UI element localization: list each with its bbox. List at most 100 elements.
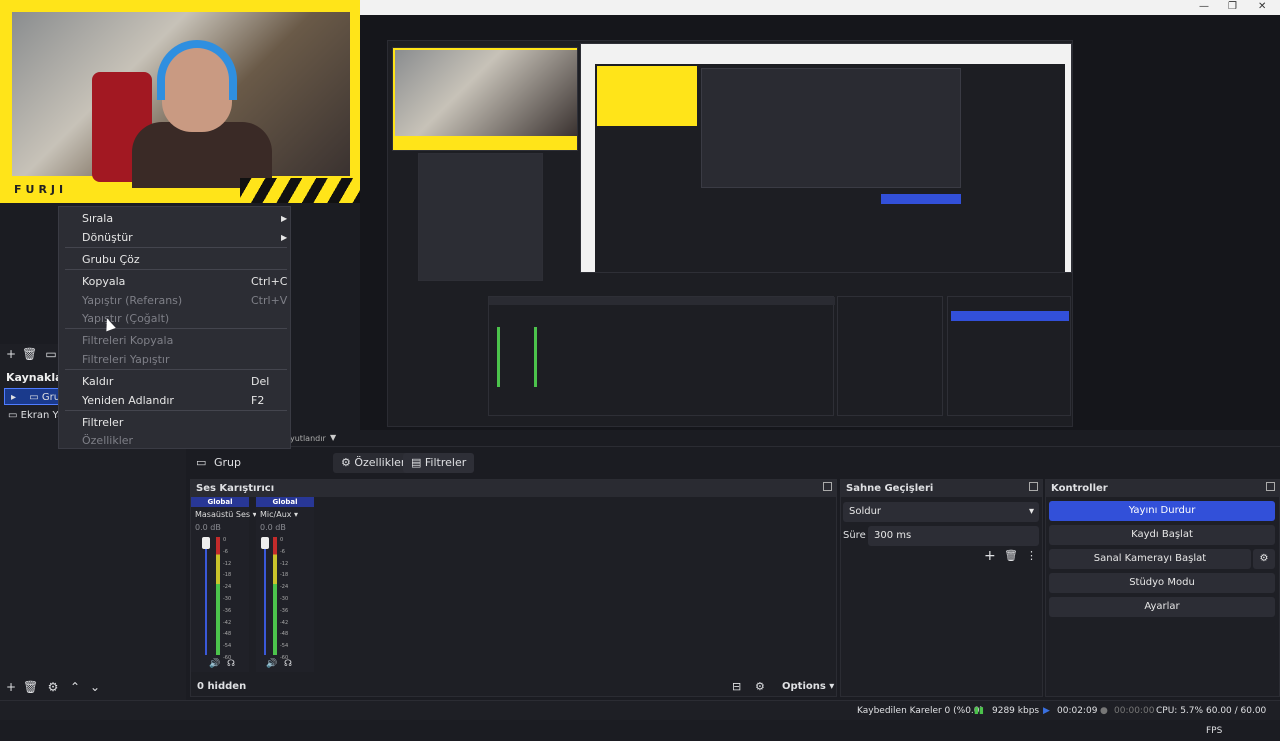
- menu-item-label: Filtreleri Kopyala: [82, 334, 174, 347]
- move-up-icon[interactable]: ⌃: [68, 680, 82, 694]
- meter-tick: -30: [280, 595, 289, 602]
- meter-tick: -6: [280, 548, 285, 555]
- monitor-icon: ▭: [8, 410, 18, 421]
- volume-slider[interactable]: [202, 537, 210, 655]
- meter-tick: -18: [280, 572, 289, 579]
- mixer-channel-mic: Global Mic/Aux ▾ 0.0 dB 0 -6 -12 -18 -24 -30 -…: [256, 497, 314, 672]
- transition-select[interactable]: Soldur ▾: [843, 502, 1039, 522]
- options-button[interactable]: Options ▾: [782, 681, 834, 692]
- global-badge: Global: [191, 497, 249, 507]
- layout-icon[interactable]: ⊟: [732, 680, 741, 693]
- meter-tick: -12: [280, 560, 289, 567]
- studio-mode-button[interactable]: Stüdyo Modu: [1049, 573, 1275, 593]
- channel-name[interactable]: Masaüstü Ses ▾: [191, 510, 257, 519]
- menu-item-label: Grubu Çöz: [82, 253, 140, 266]
- filters-button[interactable]: ▤ Filtreler: [403, 453, 475, 473]
- menu-separator: [65, 269, 287, 270]
- menu-item[interactable]: Yeniden Adlandır F2: [59, 391, 290, 410]
- level-meter: [273, 537, 277, 655]
- folder-icon: ▭: [29, 392, 39, 403]
- menu-item-label: Kopyala: [82, 275, 126, 288]
- chevron-down-icon: ▾: [1028, 506, 1034, 517]
- add-icon[interactable]: +: [984, 548, 996, 564]
- menu-item: Filtreleri Yapıştır: [59, 350, 290, 369]
- menu-item[interactable]: Grubu Çöz: [59, 250, 290, 269]
- menu-item[interactable]: Kaldır Del: [59, 372, 290, 391]
- speaker-icon[interactable]: 🔊: [266, 659, 277, 669]
- close-icon[interactable]: ✕: [1258, 1, 1266, 12]
- menu-item-label: Filtreler: [82, 416, 124, 429]
- submenu-arrow-icon: ▶: [281, 233, 288, 242]
- nested-webcam: [392, 47, 578, 151]
- menu-item[interactable]: Kopyala Ctrl+C: [59, 272, 290, 291]
- add-source-icon[interactable]: +: [4, 680, 18, 694]
- filter-icon[interactable]: ▭: [44, 347, 58, 361]
- popout-icon[interactable]: [823, 482, 832, 491]
- speaker-icon[interactable]: 🔊: [209, 659, 220, 669]
- menu-item-label: Özellikler: [82, 434, 134, 447]
- meter-ticks: 0 -6 -12 -18 -24 -30 -36 -42 -48 -54 -60: [280, 537, 288, 667]
- remove-source-icon[interactable]: 🗑: [23, 680, 38, 694]
- scene-hint: yutlandır: [290, 434, 326, 443]
- duration-label: Süre: [843, 530, 866, 541]
- chevron-down-icon[interactable]: ▼: [330, 433, 336, 442]
- meter-tick: -30: [223, 595, 232, 602]
- fps: 60.00 / 60.00 FPS: [1206, 706, 1267, 736]
- start-record-button[interactable]: Kaydı Başlat: [1049, 525, 1275, 545]
- stop-stream-button[interactable]: Yayını Durdur: [1049, 501, 1275, 521]
- properties-button[interactable]: ⚙ Özellikler: [333, 453, 414, 473]
- nested-context-menu: [418, 153, 543, 281]
- popout-icon[interactable]: [1266, 482, 1275, 491]
- webcam-overlay: FURJI: [0, 0, 360, 203]
- more-icon[interactable]: ⋮: [1026, 549, 1037, 562]
- settings-button[interactable]: Ayarlar: [1049, 597, 1275, 617]
- global-badge: Global: [256, 497, 314, 507]
- meter-tick: -12: [223, 560, 232, 567]
- meter-tick: -24: [280, 584, 289, 591]
- menu-item[interactable]: Dönüştür ▶: [59, 228, 290, 247]
- status-bar: Kaybedilen Kareler 0 (%0.0) ▮▮ 9289 kbps…: [0, 700, 1280, 736]
- headphones-icon[interactable]: ☊: [227, 659, 235, 669]
- signal-icon: ▮▮: [974, 706, 984, 716]
- webcam-image: [12, 12, 350, 188]
- menu-item: Filtreleri Kopyala: [59, 331, 290, 350]
- meter-tick: -54: [280, 643, 289, 650]
- gear-icon[interactable]: ⚙: [46, 680, 60, 694]
- channel-name[interactable]: Mic/Aux ▾: [256, 510, 314, 519]
- add-icon[interactable]: +: [4, 347, 18, 361]
- menu-item[interactable]: Sırala ▶: [59, 209, 290, 228]
- meter-tick: 0: [280, 537, 284, 543]
- move-down-icon[interactable]: ⌄: [88, 680, 102, 694]
- menu-item: Özellikler: [59, 431, 290, 450]
- hidden-count: 0 hidden: [197, 681, 247, 692]
- maximize-icon[interactable]: ❐: [1228, 1, 1237, 12]
- menu-item[interactable]: Filtreler: [59, 413, 290, 432]
- duration-field[interactable]: 300 ms: [868, 526, 1039, 546]
- virtual-camera-button[interactable]: Sanal Kamerayı Başlat: [1049, 549, 1251, 569]
- preview-canvas[interactable]: [387, 40, 1073, 427]
- meter-tick: -42: [280, 619, 289, 626]
- mixer-header: Ses Karıştırıcı: [191, 480, 836, 497]
- headphones-icon[interactable]: ☊: [284, 659, 292, 669]
- advanced-audio-icon[interactable]: ⚙: [755, 680, 765, 693]
- trash-icon[interactable]: 🗑: [1004, 549, 1018, 562]
- gear-icon[interactable]: ⚙: [1253, 549, 1275, 569]
- chevron-right-icon: ▸: [11, 392, 17, 403]
- menu-separator: [65, 410, 287, 411]
- menu-item-label: Sırala: [82, 212, 114, 225]
- meter-tick: -48: [280, 631, 289, 638]
- volume-slider[interactable]: [261, 537, 269, 655]
- meter-tick: -18: [223, 572, 232, 579]
- stream-icon: ▶: [1043, 706, 1050, 716]
- popout-icon[interactable]: [1029, 482, 1038, 491]
- meter-tick: -48: [223, 631, 232, 638]
- record-time: 00:00:00: [1114, 706, 1155, 716]
- trash-icon[interactable]: 🗑: [22, 347, 37, 361]
- menu-separator: [65, 328, 287, 329]
- record-icon: ●: [1100, 706, 1108, 716]
- minimize-icon[interactable]: —: [1199, 1, 1209, 12]
- bitrate: 9289 kbps: [992, 706, 1040, 716]
- stream-time: 00:02:09: [1057, 706, 1098, 716]
- menu-item: Yapıştır (Çoğalt): [59, 309, 290, 328]
- selected-source-name: Grup: [214, 456, 242, 469]
